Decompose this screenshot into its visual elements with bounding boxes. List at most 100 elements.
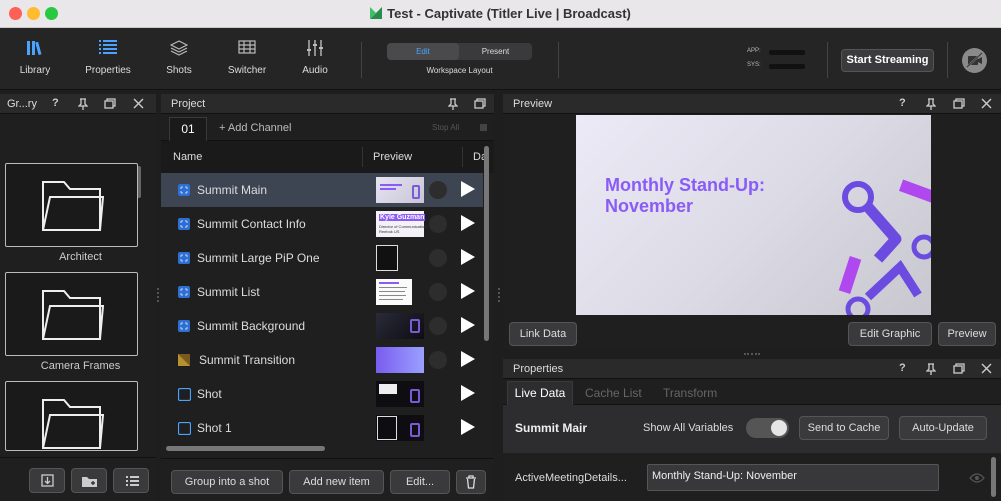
restore-icon[interactable] [474,98,486,109]
toolbar-shots-button[interactable]: Shots [144,28,214,90]
edit-graphic-button[interactable]: Edit Graphic [848,322,932,346]
preview-help-button[interactable]: ? [899,97,906,109]
tab-live-data[interactable]: Live Data [507,381,573,405]
folder-tile-camera-frames[interactable] [5,272,138,356]
pin-icon[interactable] [78,98,88,110]
list-view-button[interactable] [113,468,149,493]
project-row-summit-main[interactable]: Summit Main [161,173,483,207]
close-icon[interactable] [981,98,992,109]
visibility-eye-icon[interactable] [969,473,985,483]
preview-title: Preview [513,98,553,110]
project-row-summit-transition[interactable]: Summit Transition [161,343,483,377]
thumbnail-shot-1 [376,415,424,441]
thumbnail-summit-main [376,177,424,203]
play-icon[interactable] [461,181,475,197]
auto-update-button[interactable]: Auto-Update [899,416,987,440]
window-title-text: Test - Captivate (Titler Live | Broadcas… [387,6,631,21]
project-row-summit-contact-info[interactable]: Summit Contact Info Kyle Guzman Director… [161,207,483,241]
show-all-variables-toggle[interactable] [746,418,789,438]
play-icon[interactable] [461,351,475,367]
project-row-shot-1[interactable]: Shot 1 [161,411,483,445]
group-into-shot-button[interactable]: Group into a shot [171,470,283,494]
import-button[interactable] [29,468,65,493]
project-panel-header: Project [161,94,494,114]
edit-layout-segment[interactable]: Edit [387,43,459,60]
gallery-panel: Gr...ry ? Architect Camera Frames [0,94,156,501]
present-layout-segment[interactable]: Present [459,43,532,60]
selected-item-name: Summit Mair [515,421,588,435]
cue-check-icon[interactable] [429,317,447,335]
tab-cache-list[interactable]: Cache List [585,386,642,400]
close-icon[interactable] [981,363,992,374]
folder-tile-architect[interactable] [5,163,138,247]
toolbar-library-button[interactable]: Library [0,28,70,90]
pin-icon[interactable] [448,98,458,110]
properties-help-button[interactable]: ? [899,362,906,374]
tab-transform[interactable]: Transform [663,386,717,400]
decorative-graphic-shapes [838,179,931,315]
shot-item-icon [178,422,191,435]
thumbnail-summit-large-pip [376,245,398,271]
cue-check-icon[interactable] [429,351,447,369]
project-row-shot[interactable]: Shot [161,377,483,411]
play-icon[interactable] [461,249,475,265]
toolbar-library-label: Library [19,65,51,76]
camera-toggle-button[interactable] [962,48,987,73]
project-row-summit-background[interactable]: Summit Background [161,309,483,343]
project-row-summit-large-pip-one[interactable]: Summit Large PiP One [161,241,483,275]
row-name: Summit Contact Info [197,217,306,231]
active-meeting-details-input[interactable]: Monthly Stand-Up: November [647,464,939,491]
toolbar-audio-button[interactable]: Audio [280,28,350,90]
toolbar-switcher-button[interactable]: Switcher [212,28,282,90]
column-preview[interactable]: Preview [373,151,412,163]
gallery-help-button[interactable]: ? [52,97,59,109]
panel-resize-handle[interactable] [744,353,760,357]
preview-button[interactable]: Preview [938,322,996,346]
restore-icon[interactable] [953,363,965,374]
thumbnail-summit-contact-info: Kyle Guzman Director of Communications R… [376,211,428,237]
workspace-layout-label: Workspace Layout [426,66,493,75]
stop-all-button[interactable]: Stop All [432,123,459,132]
add-new-item-button[interactable]: Add new item [289,470,384,494]
folder-tile[interactable] [5,381,138,451]
properties-scrollbar[interactable] [991,457,996,497]
send-to-cache-button[interactable]: Send to Cache [799,416,889,440]
edit-item-button[interactable]: Edit... [390,470,450,494]
thumbnail-contact-name: Kyle Guzman [379,214,426,221]
panel-resize-handle[interactable] [157,288,159,302]
toolbar-properties-button[interactable]: Properties [73,28,143,90]
import-icon [41,474,54,487]
channel-tabs-bar: 01 + Add Channel Stop All [161,115,494,141]
graphic-item-icon [178,218,190,230]
project-vertical-scrollbar[interactable] [484,146,489,341]
cue-check-icon[interactable] [429,181,447,199]
restore-icon[interactable] [953,98,965,109]
column-name[interactable]: Name [173,151,202,163]
link-data-button[interactable]: Link Data [509,322,577,346]
play-icon[interactable] [461,283,475,299]
delete-item-button[interactable] [456,470,486,494]
project-row-summit-list[interactable]: Summit List [161,275,483,309]
toolbar-divider [947,42,948,78]
pin-icon[interactable] [926,363,936,375]
play-icon[interactable] [461,385,475,401]
pin-icon[interactable] [926,98,936,110]
close-icon[interactable] [133,98,144,109]
camera-off-icon [966,52,983,68]
play-icon[interactable] [461,317,475,333]
row-name: Summit Main [197,183,268,197]
app-meter-label: APP: [747,48,761,54]
add-channel-button[interactable]: + Add Channel [219,122,291,134]
new-folder-button[interactable] [71,468,107,493]
cue-check-icon[interactable] [429,249,447,267]
channel-tab-01[interactable]: 01 [169,117,207,141]
cue-check-icon[interactable] [429,215,447,233]
project-horizontal-scrollbar[interactable] [166,446,325,451]
cue-check-icon[interactable] [429,283,447,301]
start-streaming-button[interactable]: Start Streaming [841,49,934,72]
restore-icon[interactable] [104,98,116,109]
panel-resize-handle[interactable] [498,288,500,302]
play-icon[interactable] [461,215,475,231]
properties-item-bar: Summit Mair Show All Variables Send to C… [503,405,1001,453]
play-icon[interactable] [461,419,475,435]
